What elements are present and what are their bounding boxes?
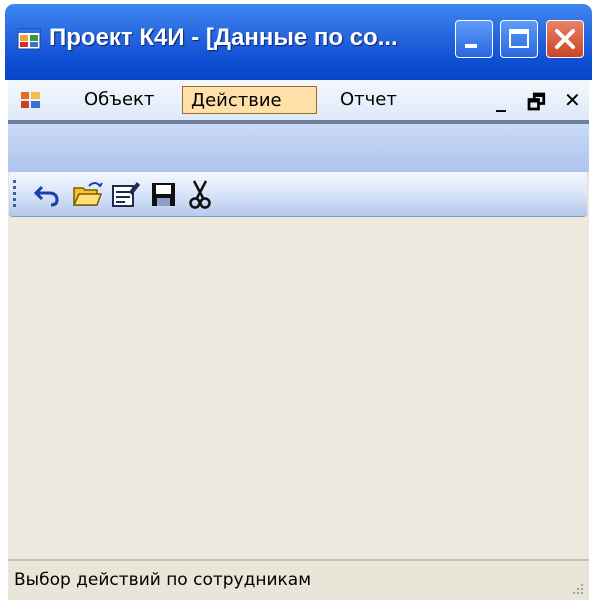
close-button[interactable] [546,20,584,58]
panel-header [8,124,589,172]
document-window-icon[interactable] [20,90,42,110]
status-bar: Выбор действий по сотрудникам [8,559,589,600]
mdi-restore-button[interactable]: 🗗 [527,88,546,122]
undo-icon[interactable] [31,178,63,210]
menu-item-object[interactable]: Объект [76,86,162,114]
resize-grip-icon[interactable] [569,580,585,596]
save-icon[interactable] [148,178,180,210]
app-window: Проект К4И - [Данные по со... Объект Дей… [5,4,592,602]
minimize-button[interactable] [455,20,493,58]
menu-item-report[interactable]: Отчет [332,86,405,114]
close-icon [555,29,575,49]
window-title: Проект К4И - [Данные по со... [49,24,398,51]
maximize-button[interactable] [500,20,538,58]
content-area [8,217,589,558]
open-folder-icon[interactable] [71,178,103,210]
toolbar [9,172,587,216]
maximize-icon [509,29,529,48]
mdi-minimize-button[interactable]: _ [496,88,506,112]
app-icon [17,28,41,50]
menu-item-action[interactable]: Действие [182,86,317,114]
toolbar-grip[interactable] [13,180,18,208]
edit-icon[interactable] [109,178,141,210]
menu-bar: Объект Действие Отчет _ 🗗 ✕ [8,80,589,120]
cut-icon[interactable] [184,178,216,210]
client-area: Объект Действие Отчет _ 🗗 ✕ Выбор действ… [8,80,589,600]
title-bar[interactable]: Проект К4И - [Данные по со... [5,4,592,80]
mdi-close-button[interactable]: ✕ [564,88,581,112]
minimize-icon [465,44,477,48]
status-text: Выбор действий по сотрудникам [14,570,312,590]
